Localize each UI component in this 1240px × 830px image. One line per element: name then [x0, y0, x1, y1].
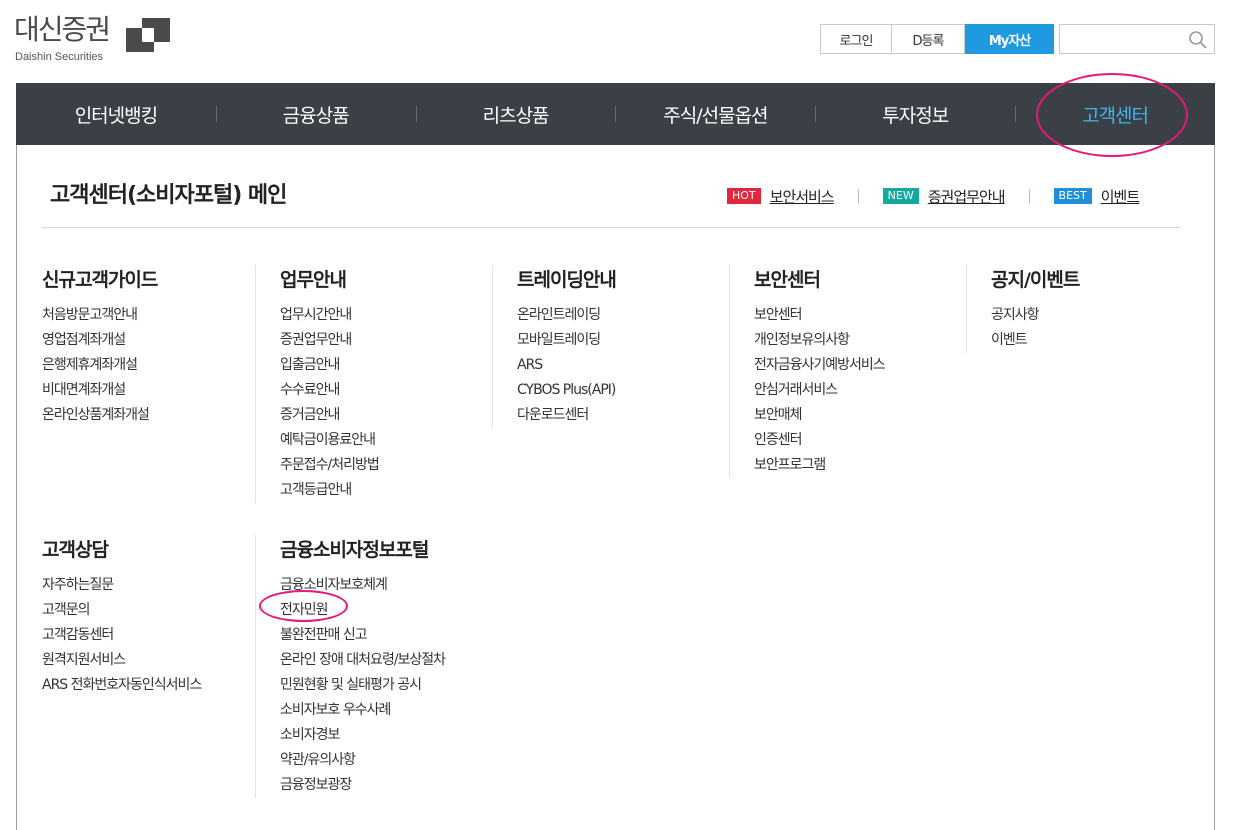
page-title: 고객센터(소비자포털) 메인 [50, 183, 287, 208]
section-link[interactable]: 수수료안내 [280, 378, 492, 403]
section-link[interactable]: 보안센터 [754, 303, 966, 328]
sitemap-section: 트레이딩안내온라인트레이딩 모바일트레이딩 ARS CYBOS Plus(API) 다운… [492, 265, 729, 428]
sitemap-section: 업무안내업무시간안내 증권업무안내 입출금안내 수수료안내 증거금안내 예탁금이용료안내 주… [255, 265, 492, 503]
d-register-button[interactable]: D등록 [892, 24, 965, 54]
section-link[interactable]: 예탁금이용료안내 [280, 428, 492, 453]
divider [857, 188, 859, 204]
section-title[interactable]: 보안센터 [754, 265, 966, 292]
section-link[interactable]: 비대면계좌개설 [42, 378, 279, 403]
section-link[interactable]: 보안매체 [754, 403, 966, 428]
section-link[interactable]: 입출금안내 [280, 353, 492, 378]
section-link-list: 처음방문고객안내 영업점계좌개설 은행제휴계좌개설 비대면계좌개설 온라인상품계좌개설 [42, 303, 279, 428]
section-title[interactable]: 업무안내 [280, 265, 492, 292]
my-assets-button[interactable]: My자산 [965, 24, 1054, 54]
section-title[interactable]: 트레이딩안내 [517, 265, 729, 292]
nav-item-1[interactable]: 금융상품 [215, 83, 416, 145]
section-link[interactable]: 고객문의 [42, 598, 279, 623]
section-title[interactable]: 공지/이벤트 [991, 265, 1203, 292]
section-link[interactable]: 온라인트레이딩 [517, 303, 729, 328]
section-link[interactable]: 자주하는질문 [42, 573, 279, 598]
nav-item-2[interactable]: 리츠상품 [415, 83, 616, 145]
section-link[interactable]: 모바일트레이딩 [517, 328, 729, 353]
section-link-list: 자주하는질문 고객문의 고객감동센터 원격지원서비스 ARS 전화번호자동인식서비스 [42, 573, 279, 698]
section-link-list: 보안센터 개인정보유의사항 전자금융사기예방서비스 안심거래서비스 보안매체 인증센터 보안… [754, 303, 966, 478]
best-badge: BEST [1053, 188, 1092, 204]
quick-link-label[interactable]: 이벤트 [1101, 186, 1140, 207]
nav-item-0[interactable]: 인터넷뱅킹 [16, 83, 216, 145]
section-link[interactable]: 증권업무안내 [280, 328, 492, 353]
logo-text: 대신증권 [14, 13, 111, 46]
search-icon[interactable] [1188, 30, 1208, 50]
section-link[interactable]: 인증센터 [754, 428, 966, 453]
sitemap-section: 공지/이벤트공지사항 이벤트 [966, 265, 1203, 353]
logo-mark-icon [126, 18, 170, 52]
section-link[interactable]: 온라인 장애 대처요령/보상절차 [280, 648, 492, 673]
search-input[interactable] [1059, 24, 1215, 54]
sitemap-section: 신규고객가이드처음방문고객안내 영업점계좌개설 은행제휴계좌개설 비대면계좌개설 온라인… [42, 265, 279, 428]
sitemap-section: 보안센터 보안센터 개인정보유의사항 전자금융사기예방서비스 안심거래서비스 보안매체 인증… [729, 265, 966, 478]
sitemap-section: 고객상담자주하는질문 고객문의 고객감동센터 원격지원서비스 ARS 전화번호자동인식서… [42, 535, 279, 698]
section-link[interactable]: 주문접수/처리방법 [280, 453, 492, 478]
section-link[interactable]: 불완전판매 신고 [280, 623, 492, 648]
section-link[interactable]: 영업점계좌개설 [42, 328, 279, 353]
section-link[interactable]: 민원현황 및 실태평가 공시 [280, 673, 492, 698]
section-link[interactable]: 온라인상품계좌개설 [42, 403, 279, 428]
section-link-list: 금융소비자보호체계 전자민원 불완전판매 신고 온라인 장애 대처요령/보상절차 민원현… [280, 573, 492, 798]
section-link[interactable]: ARS [517, 353, 729, 378]
nav-item-3[interactable]: 주식/선물옵션 [615, 83, 815, 145]
section-link[interactable]: 소비자경보 [280, 723, 492, 748]
section-link[interactable]: 은행제휴계좌개설 [42, 353, 279, 378]
section-link[interactable]: 전자민원 [280, 598, 492, 623]
new-badge: NEW [882, 188, 919, 204]
section-link[interactable]: 보안프로그램 [754, 453, 966, 478]
section-link[interactable]: 안심거래서비스 [754, 378, 966, 403]
section-link[interactable]: 개인정보유의사항 [754, 328, 966, 353]
content-frame [16, 145, 1215, 830]
section-link[interactable]: 업무시간안내 [280, 303, 492, 328]
section-link[interactable]: ARS 전화번호자동인식서비스 [42, 673, 279, 698]
login-button[interactable]: 로그인 [820, 24, 892, 54]
title-divider [42, 227, 1180, 228]
section-link[interactable]: 소비자보호 우수사례 [280, 698, 492, 723]
quick-link-business[interactable]: NEW 증권업무안내 [882, 186, 1006, 207]
section-link[interactable]: 공지사항 [991, 303, 1203, 328]
section-link[interactable]: 고객감동센터 [42, 623, 279, 648]
section-title[interactable]: 금융소비자정보포털 [280, 535, 492, 562]
nav-item-5[interactable]: 고객센터 [1015, 83, 1215, 145]
section-link[interactable]: 이벤트 [991, 328, 1203, 353]
section-link-list: 온라인트레이딩 모바일트레이딩 ARS CYBOS Plus(API) 다운로드센터 [517, 303, 729, 428]
section-link[interactable]: 약관/유의사항 [280, 748, 492, 773]
logo[interactable]: 대신증권 Daishin Securities [14, 13, 170, 63]
section-link-list: 업무시간안내 증권업무안내 입출금안내 수수료안내 증거금안내 예탁금이용료안내 주문접수/… [280, 303, 492, 503]
quick-link-label[interactable]: 보안서비스 [770, 186, 835, 207]
section-link[interactable]: 원격지원서비스 [42, 648, 279, 673]
quick-link-security[interactable]: HOT 보안서비스 [727, 186, 835, 207]
divider [1028, 188, 1030, 204]
section-link[interactable]: 처음방문고객안내 [42, 303, 279, 328]
section-link[interactable]: 금융소비자보호체계 [280, 573, 492, 598]
section-link[interactable]: 다운로드센터 [517, 403, 729, 428]
section-title[interactable]: 신규고객가이드 [42, 265, 279, 292]
section-link-list: 공지사항 이벤트 [991, 303, 1203, 353]
quick-link-label[interactable]: 증권업무안내 [928, 186, 1006, 207]
quick-link-event[interactable]: BEST 이벤트 [1053, 186, 1140, 207]
section-title[interactable]: 고객상담 [42, 535, 279, 562]
section-link[interactable]: 고객등급안내 [280, 478, 492, 503]
section-link[interactable]: 전자금융사기예방서비스 [754, 353, 966, 378]
logo-subtitle: Daishin Securities [15, 51, 104, 63]
top-utility-bar: 로그인 D등록 My자산 [820, 24, 1054, 54]
sitemap-section: 금융소비자정보포털금융소비자보호체계 전자민원 불완전판매 신고 온라인 장애 대처요… [255, 535, 492, 798]
section-link[interactable]: 금융정보광장 [280, 773, 492, 798]
section-link[interactable]: CYBOS Plus(API) [517, 378, 729, 403]
hot-badge: HOT [727, 188, 761, 204]
quick-links: HOT 보안서비스 NEW 증권업무안내 BEST 이벤트 [727, 186, 1140, 207]
main-navigation: 인터넷뱅킹 금융상품 리츠상품 주식/선물옵션 투자정보 고객센터 [16, 83, 1215, 145]
nav-item-4[interactable]: 투자정보 [815, 83, 1015, 145]
section-link[interactable]: 증거금안내 [280, 403, 492, 428]
